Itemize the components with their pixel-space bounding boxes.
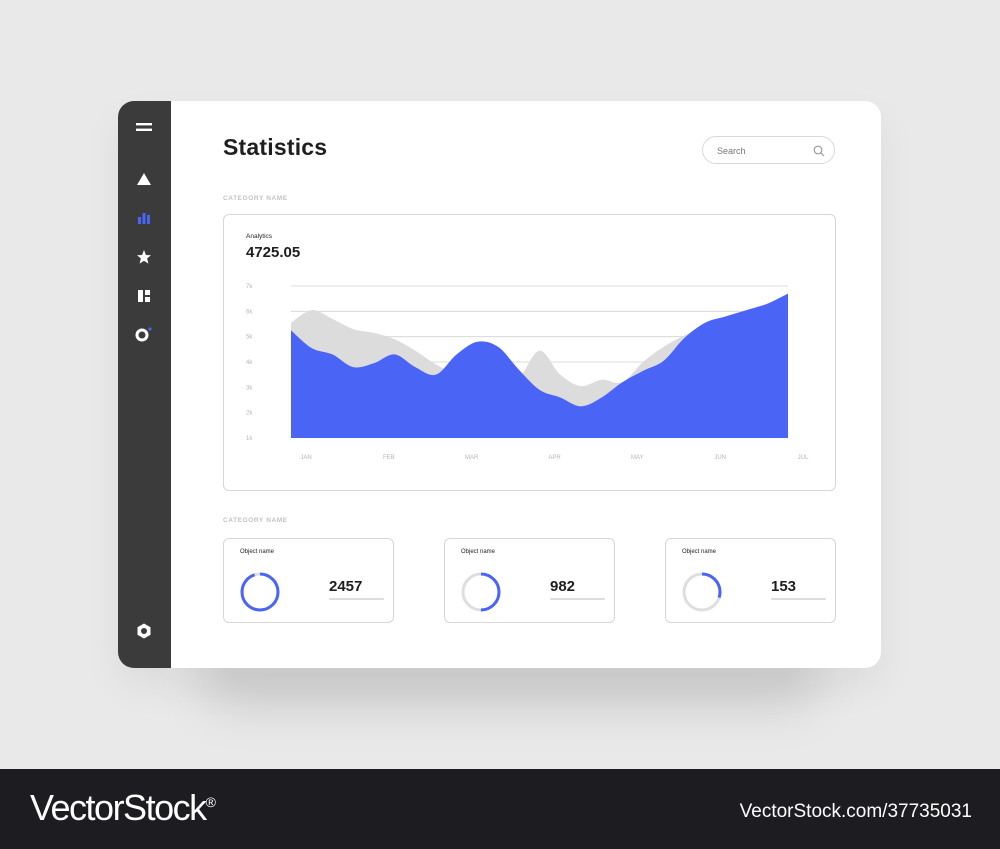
progress-ring xyxy=(682,572,722,612)
stat-caption-placeholder xyxy=(329,598,384,600)
x-tick-label: MAY xyxy=(631,455,644,461)
y-tick-label: 5k xyxy=(246,335,253,341)
watermark-brand: VectorStock® xyxy=(30,787,216,828)
dashboard-icon[interactable] xyxy=(132,284,156,308)
section-label: CATEGORY NAME xyxy=(223,195,288,202)
section-label: CATEGORY NAME xyxy=(223,517,288,524)
watermark-footer: VectorStock® VectorStock.com/37735031 xyxy=(0,769,1000,849)
stat-card[interactable]: Object name 982 xyxy=(444,538,615,623)
stat-value: 2457 xyxy=(329,578,363,595)
ring-notification-icon[interactable] xyxy=(132,322,156,346)
analytics-area-chart: 7k 6k 5k 4k 3k 2k 1k JAN FEB MAR APR MAY JUN JUL xyxy=(246,284,809,461)
stat-caption-placeholder xyxy=(550,598,605,600)
bar-chart-icon[interactable] xyxy=(132,206,156,230)
x-tick-label: APR xyxy=(548,455,561,461)
stat-card[interactable]: Object name 153 xyxy=(665,538,836,623)
stat-card[interactable]: Object name 2457 xyxy=(223,538,394,623)
search-input[interactable] xyxy=(715,142,814,160)
y-tick-label: 6k xyxy=(246,309,253,315)
watermark-image-id: VectorStock.com/37735031 xyxy=(739,801,972,822)
y-tick-label: 1k xyxy=(246,436,253,442)
star-icon[interactable] xyxy=(132,245,156,269)
stat-value: 153 xyxy=(771,578,797,595)
y-tick-label: 7k xyxy=(246,284,253,290)
page-title: Statistics xyxy=(223,134,328,160)
menu-icon[interactable] xyxy=(132,115,156,139)
x-tick-label: MAR xyxy=(465,455,479,461)
stat-name: Object name xyxy=(461,549,496,555)
search-icon[interactable] xyxy=(813,144,825,162)
progress-ring xyxy=(461,572,501,612)
app-window: Statistics CATEGORY NAME Analytics 4725.… xyxy=(118,101,881,668)
triangle-icon[interactable] xyxy=(132,167,156,191)
y-tick-label: 3k xyxy=(246,385,253,391)
search-box[interactable] xyxy=(702,136,835,164)
x-tick-label: JUL xyxy=(798,455,809,461)
stat-name: Object name xyxy=(240,549,275,555)
y-tick-label: 2k xyxy=(246,411,253,417)
analytics-card: Analytics 4725.05 7k 6k 5k 4k 3k 2k 1k JAN FEB MA… xyxy=(223,214,836,491)
x-tick-label: FEB xyxy=(383,455,395,461)
stat-name: Object name xyxy=(682,549,717,555)
settings-hexagon-icon[interactable] xyxy=(132,619,156,643)
sidebar xyxy=(118,101,171,668)
stat-caption-placeholder xyxy=(771,598,826,600)
y-tick-label: 4k xyxy=(246,360,253,366)
progress-ring xyxy=(240,572,280,612)
main-content: Statistics CATEGORY NAME Analytics 4725.… xyxy=(171,101,881,668)
x-tick-label: JUN xyxy=(714,455,726,461)
x-tick-label: JAN xyxy=(300,455,311,461)
stat-value: 982 xyxy=(550,578,576,595)
progress-ring-fill xyxy=(240,572,280,612)
